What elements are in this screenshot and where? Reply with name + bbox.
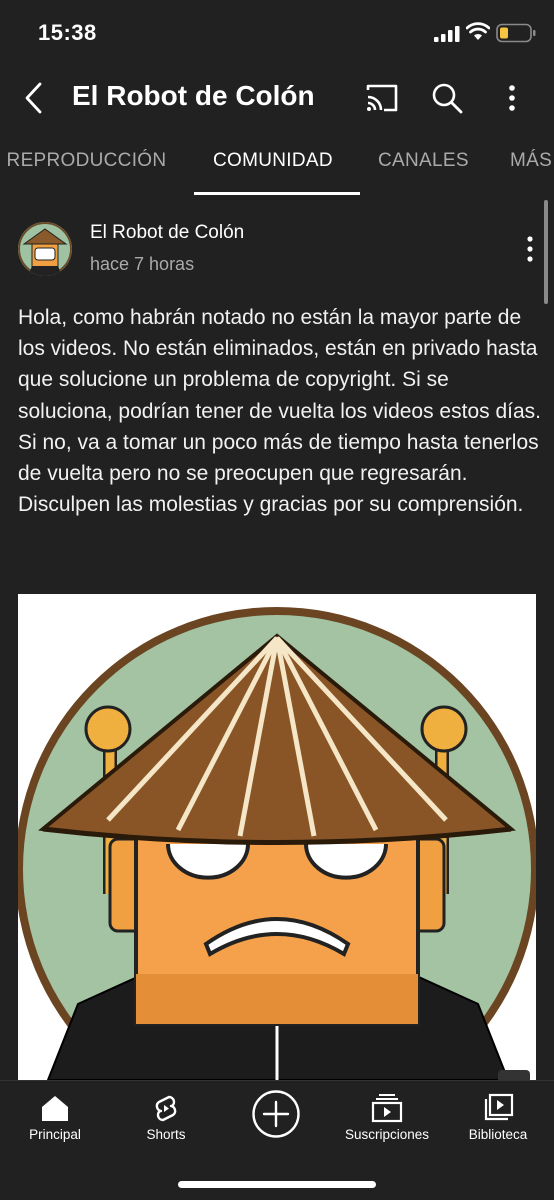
create-icon[interactable]	[251, 1089, 301, 1139]
channel-title: El Robot de Colón	[72, 80, 315, 111]
nav-subscriptions-label: Suscripciones	[344, 1127, 430, 1142]
tab-channels[interactable]: CANALES	[378, 150, 469, 172]
active-tab-indicator	[194, 192, 360, 195]
wifi-icon	[466, 22, 490, 40]
avatar[interactable]	[18, 222, 72, 276]
nav-shorts[interactable]: Shorts	[130, 1081, 202, 1161]
post-header: El Robot de Colón hace 7 horas	[0, 206, 554, 286]
tab-about[interactable]: MÁS	[510, 150, 552, 172]
shorts-icon	[155, 1095, 177, 1122]
tab-playlists[interactable]: E REPRODUCCIÓN	[0, 150, 166, 172]
library-icon	[484, 1093, 514, 1121]
home-indicator[interactable]	[178, 1181, 376, 1188]
post-time: hace 7 horas	[90, 254, 195, 274]
bottom-navigation: Principal Shorts Suscripciones Bibliotec…	[0, 1080, 554, 1200]
post-more-icon[interactable]	[518, 234, 542, 264]
status-bar: 15:38	[0, 0, 554, 66]
post-text: Hola, como habrán notado no están la may…	[18, 306, 541, 517]
post-image[interactable]	[18, 594, 536, 1080]
nav-home-label: Principal	[29, 1127, 81, 1142]
search-icon[interactable]	[430, 81, 464, 115]
channel-tabs: E REPRODUCCIÓN COMUNIDAD CANALES MÁS	[0, 130, 554, 196]
scrollbar[interactable]	[544, 200, 548, 304]
post-author[interactable]: El Robot de Colón	[90, 222, 244, 244]
more-options-icon[interactable]	[500, 82, 524, 114]
nav-subscriptions[interactable]: Suscripciones	[336, 1081, 438, 1161]
subscriptions-icon	[371, 1094, 403, 1123]
battery-icon	[496, 23, 536, 43]
back-arrow-icon[interactable]	[18, 80, 52, 116]
nav-home[interactable]: Principal	[18, 1081, 92, 1161]
nav-shorts-label: Shorts	[146, 1127, 186, 1142]
cast-icon[interactable]	[364, 83, 400, 113]
nav-library-label: Biblioteca	[468, 1127, 528, 1142]
app-header: El Robot de Colón	[0, 66, 554, 130]
cellular-signal-icon	[434, 26, 460, 42]
tab-community[interactable]: COMUNIDAD	[213, 150, 333, 172]
status-time: 15:38	[38, 20, 97, 45]
home-icon	[42, 1096, 68, 1121]
nav-library[interactable]: Biblioteca	[462, 1081, 534, 1161]
